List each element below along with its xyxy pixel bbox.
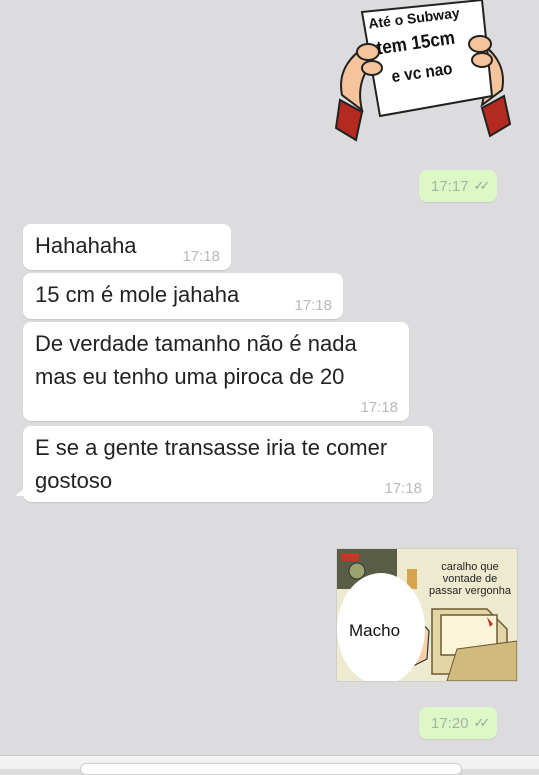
incoming-message-bubble[interactable]: De verdade tamanho não é nada mas eu ten… <box>23 322 409 421</box>
message-input[interactable] <box>80 763 462 775</box>
message-text: Hahahaha <box>35 233 137 258</box>
message-time: 17:18 <box>294 297 332 314</box>
message-text: 15 cm é mole jahaha <box>35 282 240 307</box>
incoming-message-bubble[interactable]: E se a gente transasse iria te comer gos… <box>15 426 433 502</box>
outgoing-timestamp-bubble[interactable]: 17:20 ✓✓ <box>419 707 498 739</box>
message-text: De verdade tamanho não é nada mas eu ten… <box>35 331 357 389</box>
message-time: 17:18 <box>182 248 220 265</box>
read-receipt-icon: ✓✓ <box>473 178 491 193</box>
meme-image-message[interactable]: caralho que vontade de passar vergonha M… <box>336 548 518 682</box>
message-time: 17:20 <box>431 714 469 732</box>
bubble-tail <box>15 486 27 496</box>
incoming-message-bubble[interactable]: 15 cm é mole jahaha 17:18 <box>23 273 343 319</box>
meme-bubble-text: Macho <box>349 621 401 640</box>
read-receipt-icon: ✓✓ <box>473 715 491 730</box>
incoming-message-bubble[interactable]: Hahahaha 17:18 <box>23 224 231 270</box>
chat-screen: Até o Subway tem 15cm e vc nao 17:17 ✓✓ … <box>0 0 539 775</box>
message-text: E se a gente transasse iria te comer gos… <box>35 435 388 493</box>
message-time: 17:17 <box>431 177 469 195</box>
sticker-message[interactable]: Até o Subway tem 15cm e vc nao <box>332 0 512 150</box>
message-time: 17:18 <box>360 399 398 416</box>
meme-caption: caralho que vontade de passar vergonha <box>429 561 511 597</box>
outgoing-timestamp-bubble[interactable]: 17:17 ✓✓ <box>419 170 498 202</box>
message-time: 17:18 <box>384 480 422 497</box>
